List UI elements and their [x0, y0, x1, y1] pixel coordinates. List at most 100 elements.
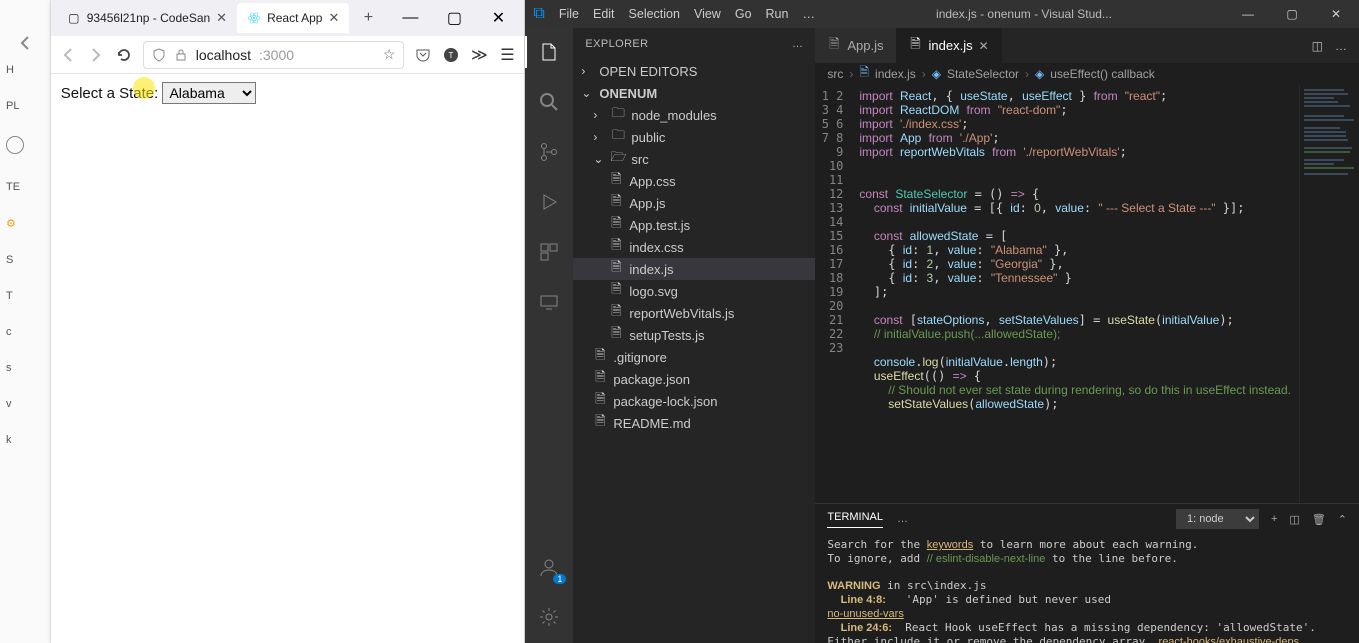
pocket-icon[interactable]	[414, 46, 432, 64]
file-icon: 🗎	[593, 394, 607, 408]
file-item[interactable]: 🗎App.test.js	[573, 214, 815, 236]
folder-node-modules[interactable]: ›🗀node_modules	[573, 104, 815, 126]
folder-src[interactable]: ⌄🗁src	[573, 148, 815, 170]
editor-tab-indexjs[interactable]: 🗎index.js✕	[897, 28, 1002, 63]
file-item-selected[interactable]: 🗎index.js	[573, 258, 815, 280]
state-label: Select a State:	[61, 85, 159, 102]
shield-icon	[152, 48, 166, 62]
menu-edit[interactable]: Edit	[593, 7, 615, 21]
account-icon[interactable]: T	[442, 46, 460, 64]
close-icon[interactable]: ✕	[216, 10, 227, 26]
file-item[interactable]: 🗎package.json	[573, 368, 815, 390]
file-icon: 🗎	[593, 350, 607, 364]
file-item[interactable]: 🗎.gitignore	[573, 346, 815, 368]
bookmark-icon[interactable]: ☆	[383, 46, 396, 63]
folder-open-icon: 🗁	[611, 152, 625, 166]
editor-tab-appjs[interactable]: 🗎App.js	[815, 28, 896, 63]
folder-public[interactable]: ›🗀public	[573, 126, 815, 148]
file-item[interactable]: 🗎App.css	[573, 170, 815, 192]
browser-tab-codesandbox[interactable]: ▢ 93456l21np - CodeSan ✕	[57, 3, 237, 33]
terminal-select[interactable]: 1: node	[1176, 509, 1259, 529]
run-debug-icon[interactable]	[535, 188, 563, 216]
source-control-icon[interactable]	[535, 138, 563, 166]
background-strip: H PL TE ⚙ S T c s v k	[0, 0, 51, 643]
file-item[interactable]: 🗎package-lock.json	[573, 390, 815, 412]
maximize-button[interactable]: ▢	[434, 4, 474, 32]
state-select[interactable]: Alabama Georgia Tennessee	[162, 82, 256, 104]
file-icon: 🗎	[609, 196, 623, 210]
nav-forward-icon[interactable]	[87, 46, 105, 64]
new-tab-button[interactable]: +	[355, 5, 381, 31]
open-editors-section[interactable]: ›OPEN EDITORS	[573, 60, 815, 82]
split-editor-icon[interactable]: ◫	[1312, 39, 1323, 53]
file-item[interactable]: 🗎setupTests.js	[573, 324, 815, 346]
overflow-icon[interactable]: ≫	[470, 46, 488, 64]
address-bar: localhost:3000 ☆ T ≫ ☰	[51, 36, 525, 74]
menu-more-icon[interactable]: …	[802, 7, 815, 21]
terminal-tab[interactable]: TERMINAL	[827, 511, 883, 528]
file-item[interactable]: 🗎reportWebVitals.js	[573, 302, 815, 324]
split-terminal-icon[interactable]: ◫	[1289, 513, 1299, 526]
window-title: index.js - onenum - Visual Stud...	[936, 7, 1112, 21]
activity-bar: 1	[525, 28, 573, 643]
menu-icon[interactable]: ☰	[498, 46, 516, 64]
bg-item: S	[0, 254, 50, 266]
close-icon[interactable]: ✕	[328, 10, 339, 26]
minimap[interactable]	[1299, 85, 1359, 503]
url-input[interactable]: localhost:3000 ☆	[143, 41, 405, 69]
url-host: localhost	[196, 47, 251, 63]
code-editor[interactable]: 1 2 3 4 5 6 7 8 9 10 11 12 13 14 15 16 1…	[815, 85, 1359, 503]
close-button[interactable]: ✕	[1321, 7, 1351, 21]
bg-item: ⚙	[0, 217, 50, 230]
close-button[interactable]: ✕	[478, 4, 518, 32]
svg-text:T: T	[449, 51, 454, 60]
close-icon[interactable]: ✕	[979, 39, 989, 53]
maximize-panel-icon[interactable]: ⌃	[1338, 513, 1347, 526]
menu-file[interactable]: File	[559, 7, 579, 21]
breadcrumb[interactable]: src› 🗎index.js› ◈StateSelector› ◈useEffe…	[815, 63, 1359, 85]
vscode-window: ⧉ File Edit Selection View Go Run … inde…	[525, 0, 1359, 643]
vscode-titlebar: ⧉ File Edit Selection View Go Run … inde…	[525, 0, 1359, 28]
folder-icon: 🗀	[611, 108, 625, 122]
new-terminal-icon[interactable]: +	[1271, 513, 1277, 525]
menu-view[interactable]: View	[694, 7, 721, 21]
file-item[interactable]: 🗎README.md	[573, 412, 815, 434]
explorer-header: EXPLORER …	[573, 28, 815, 60]
remote-icon[interactable]	[535, 288, 563, 316]
terminal-output[interactable]: Search for the keywords to learn more ab…	[815, 534, 1359, 643]
file-item[interactable]: 🗎logo.svg	[573, 280, 815, 302]
browser-window: ▢ 93456l21np - CodeSan ✕ React App ✕ + ―…	[51, 0, 526, 643]
code-content[interactable]: import React, { useState, useEffect } fr…	[851, 85, 1299, 503]
settings-icon[interactable]	[535, 603, 563, 631]
nav-back-icon[interactable]	[59, 46, 77, 64]
accounts-icon[interactable]: 1	[535, 553, 563, 581]
file-icon: 🗎	[593, 416, 607, 430]
bg-item: k	[0, 434, 50, 446]
menu-selection[interactable]: Selection	[629, 7, 680, 21]
search-icon[interactable]	[535, 88, 563, 116]
explorer-icon[interactable]	[535, 38, 563, 66]
project-root[interactable]: ⌄ONENUM	[573, 82, 815, 104]
bg-item	[0, 136, 50, 157]
minimize-button[interactable]: ―	[390, 4, 430, 32]
badge: 1	[553, 574, 566, 584]
more-icon[interactable]: …	[897, 513, 908, 525]
reload-icon[interactable]	[115, 46, 133, 64]
file-icon: 🗎	[609, 306, 623, 320]
file-icon: 🗎	[609, 174, 623, 188]
tab-title: React App	[267, 11, 322, 25]
minimize-button[interactable]: ―	[1233, 7, 1263, 21]
browser-tab-react-app[interactable]: React App ✕	[237, 3, 349, 33]
bg-item: TE	[0, 181, 50, 193]
menu-go[interactable]: Go	[735, 7, 752, 21]
kill-terminal-icon[interactable]: 🗑	[1312, 513, 1326, 526]
extensions-icon[interactable]	[535, 238, 563, 266]
file-item[interactable]: 🗎App.js	[573, 192, 815, 214]
menu-run[interactable]: Run	[766, 7, 789, 21]
line-numbers: 1 2 3 4 5 6 7 8 9 10 11 12 13 14 15 16 1…	[815, 85, 851, 503]
more-icon[interactable]: …	[1335, 39, 1347, 53]
file-icon: 🗎	[909, 39, 923, 53]
file-item[interactable]: 🗎index.css	[573, 236, 815, 258]
maximize-button[interactable]: ▢	[1277, 7, 1307, 21]
more-icon[interactable]: …	[792, 38, 803, 50]
